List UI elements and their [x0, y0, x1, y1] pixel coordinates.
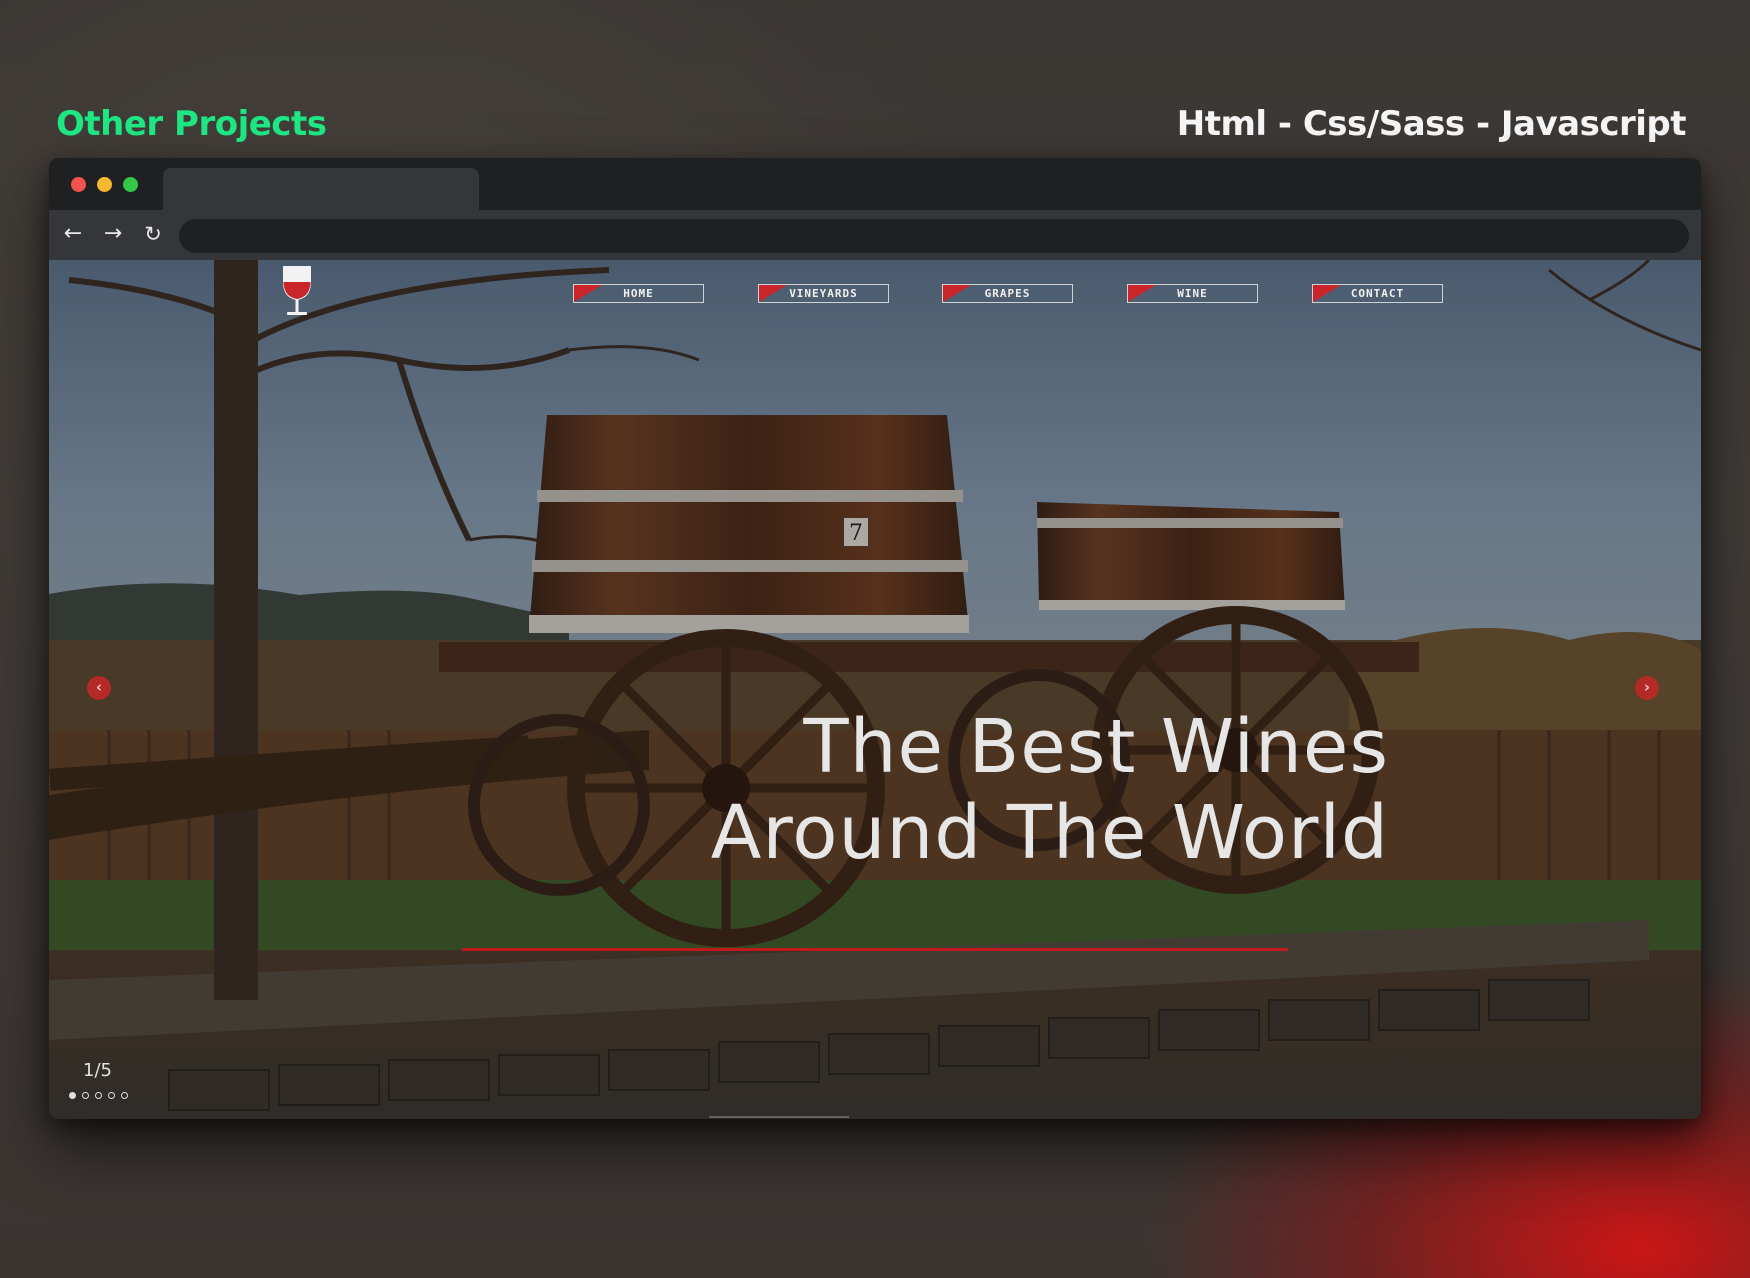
hero-title-line-1: The Best Wines: [803, 704, 1389, 790]
nav-flag-decoration: [943, 285, 971, 302]
scroll-indicator: [709, 1116, 849, 1118]
slider-dot-3[interactable]: [95, 1092, 102, 1099]
nav-item-contact[interactable]: CONTACT: [1312, 284, 1443, 303]
browser-window: ← → ↻ 7 HOME VINEYARDS GRAPES WINE CONTA…: [49, 158, 1701, 1119]
website-viewport: 7 HOME VINEYARDS GRAPES WINE CONTACT ‹ ›…: [49, 260, 1701, 1119]
slider-dot-2[interactable]: [82, 1092, 89, 1099]
other-projects-heading: Other Projects: [56, 104, 327, 144]
nav-item-wine[interactable]: WINE: [1127, 284, 1258, 303]
maximize-window-button[interactable]: [123, 177, 138, 192]
hero-title: The Best Wines Around The World: [449, 704, 1389, 876]
slider-dot-1[interactable]: [69, 1092, 76, 1099]
nav-flag-decoration: [574, 285, 602, 302]
arrow-right-icon[interactable]: →: [99, 220, 127, 248]
reload-icon[interactable]: ↻: [139, 220, 167, 248]
site-navigation: HOME VINEYARDS GRAPES WINE CONTACT: [49, 284, 1701, 306]
slider-dot-4[interactable]: [108, 1092, 115, 1099]
nav-item-label: WINE: [1177, 287, 1208, 300]
minimize-window-button[interactable]: [97, 177, 112, 192]
chevron-left-icon[interactable]: ‹: [87, 676, 111, 700]
image-darken-overlay: [49, 260, 1701, 1119]
nav-flag-decoration: [759, 285, 787, 302]
nav-flag-decoration: [1313, 285, 1341, 302]
nav-item-label: VINEYARDS: [789, 287, 858, 300]
hero-title-line-2: Around The World: [710, 790, 1389, 876]
nav-item-label: HOME: [623, 287, 654, 300]
slide-counter: 1/5: [83, 1060, 112, 1081]
address-bar[interactable]: [179, 219, 1689, 253]
browser-toolbar: ← → ↻: [49, 210, 1701, 260]
nav-item-label: CONTACT: [1350, 287, 1405, 300]
tab-bar: [49, 158, 1701, 210]
nav-flag-decoration: [1128, 285, 1156, 302]
nav-item-vineyards[interactable]: VINEYARDS: [758, 284, 889, 303]
nav-item-label: GRAPES: [984, 287, 1031, 300]
slider-dot-5[interactable]: [121, 1092, 128, 1099]
nav-item-home[interactable]: HOME: [573, 284, 704, 303]
close-window-button[interactable]: [71, 177, 86, 192]
arrow-left-icon[interactable]: ←: [59, 220, 87, 248]
browser-tab[interactable]: [163, 168, 479, 210]
tech-stack-heading: Html - Css/Sass - Javascript: [1176, 104, 1687, 144]
chevron-right-icon[interactable]: ›: [1635, 676, 1659, 700]
nav-item-grapes[interactable]: GRAPES: [942, 284, 1073, 303]
hero-underline: [462, 948, 1288, 951]
